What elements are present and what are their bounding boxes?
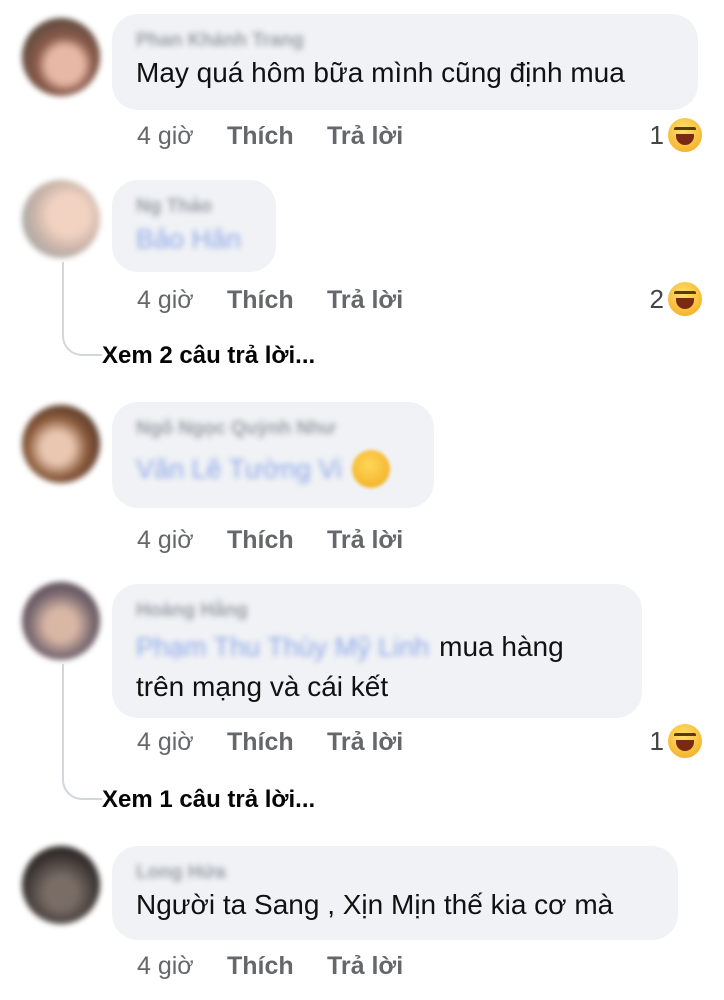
reaction-count: 2 xyxy=(649,283,664,314)
like-button[interactable]: Thích xyxy=(227,122,294,151)
comment-time[interactable]: 4 giờ xyxy=(137,728,194,757)
reaction-summary[interactable]: 1 xyxy=(650,118,702,152)
comment-time[interactable]: 4 giờ xyxy=(137,526,194,555)
reaction-count: 1 xyxy=(649,119,664,150)
laugh-icon xyxy=(668,118,702,152)
comment-author[interactable]: Hoàng Hằng xyxy=(136,600,620,622)
reply-button[interactable]: Trả lời xyxy=(327,952,403,981)
avatar[interactable] xyxy=(22,405,100,483)
reply-button[interactable]: Trả lời xyxy=(327,286,403,315)
thread-line xyxy=(62,664,102,800)
reply-button[interactable]: Trả lời xyxy=(327,122,403,151)
thread-line xyxy=(62,262,102,356)
comment-bubble: Phan Khánh Trang May quá hôm bữa mình cũ… xyxy=(112,14,698,110)
avatar[interactable] xyxy=(22,180,100,258)
tagged-user[interactable]: Phạm Thu Thùy Mỹ Linh xyxy=(136,632,429,663)
comment-author[interactable]: Long Hứa xyxy=(136,862,656,884)
comment-author[interactable]: Ng Thảo xyxy=(136,196,254,218)
comment-bubble: Ng Thảo Bảo Hân xyxy=(112,180,276,272)
comment-bubble: Hoàng Hằng Phạm Thu Thùy Mỹ Linh mua hàn… xyxy=(112,584,642,718)
avatar[interactable] xyxy=(22,18,100,96)
comment-time[interactable]: 4 giờ xyxy=(137,122,194,151)
laugh-icon xyxy=(668,724,702,758)
smiley-emoji-icon xyxy=(351,450,390,488)
comment-author[interactable]: Ngô Ngọc Quỳnh Như xyxy=(136,418,412,440)
reaction-count: 1 xyxy=(649,725,664,756)
comment-author[interactable]: Phan Khánh Trang xyxy=(136,30,676,52)
like-button[interactable]: Thích xyxy=(227,286,294,315)
laugh-icon xyxy=(668,282,702,316)
tagged-user[interactable]: Văn Lê Tường Vi xyxy=(136,454,342,485)
comment-time[interactable]: 4 giờ xyxy=(137,952,194,981)
avatar[interactable] xyxy=(22,582,100,660)
view-replies-link[interactable]: Xem 2 câu trả lời... xyxy=(102,342,315,370)
view-replies-link[interactable]: Xem 1 câu trả lời... xyxy=(102,786,315,814)
like-button[interactable]: Thích xyxy=(227,728,294,757)
like-button[interactable]: Thích xyxy=(227,952,294,981)
like-button[interactable]: Thích xyxy=(227,526,294,555)
reaction-summary[interactable]: 2 xyxy=(650,282,702,316)
avatar[interactable] xyxy=(22,846,100,924)
reaction-summary[interactable]: 1 xyxy=(650,724,702,758)
tagged-user[interactable]: Bảo Hân xyxy=(136,224,254,255)
comment-time[interactable]: 4 giờ xyxy=(137,286,194,315)
comment-bubble: Long Hứa Người ta Sang , Xịn Mịn thế kia… xyxy=(112,846,678,940)
comment-text-line2: trên mạng và cái kết xyxy=(136,671,389,702)
comment-text: mua hàng xyxy=(439,631,564,662)
comment-bubble: Ngô Ngọc Quỳnh Như Văn Lê Tường Vi xyxy=(112,402,434,508)
comment-text: Người ta Sang , Xịn Mịn thế kia cơ mà xyxy=(136,889,614,920)
reply-button[interactable]: Trả lời xyxy=(327,728,403,757)
reply-button[interactable]: Trả lời xyxy=(327,526,403,555)
comment-text: May quá hôm bữa mình cũng định mua xyxy=(136,57,625,88)
